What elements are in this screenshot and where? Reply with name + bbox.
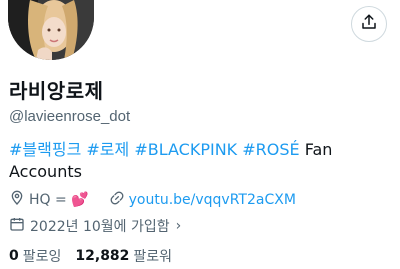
website-item[interactable]: youtu.be/vqqvRT2aCXM [109,190,296,210]
hashtag-link[interactable]: #로제 [86,140,129,159]
location-text: HQ = 💕 [29,192,89,208]
share-profile-button[interactable] [351,6,387,42]
joined-text: 2022년 10월에 가입함 [30,219,170,235]
followers-label[interactable]: 팔로워 [133,246,172,266]
followers-count[interactable]: 12,882 [75,248,129,264]
calendar-icon [9,216,30,236]
following-label[interactable]: 팔로잉 [23,246,62,266]
joined-date[interactable]: 2022년 10월에 가입함 › [9,216,181,236]
hashtag-link[interactable]: #BLACKPINK [134,140,237,159]
display-name: 라비앙로제 [9,79,104,103]
chevron-right-icon: › [175,218,182,234]
user-handle: @lavieenrose_dot [9,108,131,125]
profile-bio: #블랙핑크 #로제 #BLACKPINK #ROSÉ Fan Accounts [9,139,389,183]
website-link[interactable]: youtu.be/vqqvRT2aCXM [129,192,296,208]
following-count[interactable]: 0 [9,248,19,264]
hashtag-link[interactable]: #블랙핑크 [9,140,81,159]
hashtag-link[interactable]: #ROSÉ [242,140,299,159]
share-icon [360,13,378,36]
location-pin-icon [9,190,29,210]
location-item: HQ = 💕 [9,190,89,210]
profile-avatar[interactable] [8,0,94,60]
follow-stats: 0 팔로잉 12,882 팔로워 [9,246,186,266]
link-icon [109,190,129,210]
profile-meta: HQ = 💕 youtu.be/vqqvRT2aCXM [9,190,316,210]
